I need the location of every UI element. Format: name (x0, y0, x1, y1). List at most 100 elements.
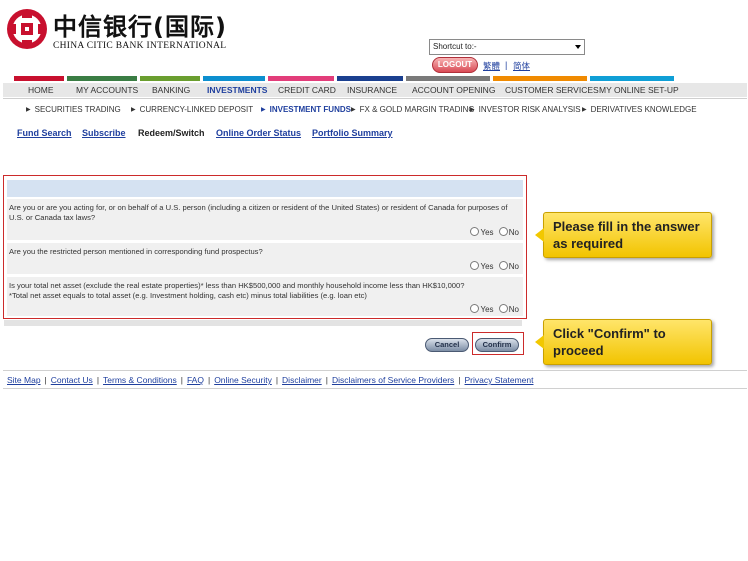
radio-no-label: No (508, 305, 519, 314)
subnav-label: INVESTMENT FUNDS (269, 105, 351, 114)
footer-disclaimer[interactable]: Disclaimer (282, 375, 322, 385)
footer-privacy[interactable]: Privacy Statement (465, 375, 534, 385)
question-text: Are you the restricted person mentioned … (9, 247, 263, 256)
radio-yes-label: Yes (480, 262, 494, 271)
logout-button[interactable]: LOGOUT (432, 57, 478, 73)
question-text: Is your total net asset (exclude the rea… (9, 281, 465, 290)
nav-stripe (406, 76, 490, 81)
nav-stripe (268, 76, 334, 81)
subnav-label: SECURITIES TRADING (34, 105, 121, 114)
form-header-bar (7, 180, 523, 197)
chevron-down-icon (575, 45, 581, 49)
lang-traditional-link[interactable]: 繁體 (483, 60, 500, 72)
declaration-form: Are you or are you acting for, or on beh… (3, 175, 527, 319)
lang-separator: | (505, 60, 508, 70)
shortcut-value: Shortcut to:- (433, 42, 477, 51)
footer-site-map[interactable]: Site Map (7, 375, 41, 385)
triangle-right-icon: ▶ (26, 107, 31, 113)
question-us-person: Are you or are you acting for, or on beh… (7, 199, 523, 240)
footer-separator: | (325, 375, 328, 385)
subnav-label: CURRENCY-LINKED DEPOSIT (139, 105, 254, 114)
footer-separator: | (458, 375, 461, 385)
cancel-button[interactable]: Cancel (425, 338, 469, 352)
subnav-fx-gold-margin[interactable]: ▶ FX & GOLD MARGIN TRADING (351, 105, 475, 114)
footer-divider (3, 388, 747, 389)
bank-name-cn: 中信银行(国际) (53, 13, 227, 41)
nav-stripe (590, 76, 674, 81)
radio-yes[interactable] (470, 227, 480, 236)
answer-options: Yes No (470, 227, 519, 237)
bank-name-en: CHINA CITIC BANK INTERNATIONAL (53, 41, 227, 51)
radio-yes-label: Yes (480, 228, 494, 237)
nav-home[interactable]: HOME (28, 85, 54, 95)
triangle-right-icon: ▶ (470, 107, 475, 113)
nav-my-accounts[interactable]: MY ACCOUNTS (76, 85, 138, 95)
confirm-button[interactable]: Confirm (475, 338, 519, 352)
radio-no[interactable] (498, 261, 508, 270)
triangle-right-icon: ▶ (351, 107, 356, 113)
question-text: Are you or are you acting for, or on beh… (9, 203, 508, 222)
radio-yes[interactable] (470, 261, 480, 270)
footer-separator: | (275, 375, 279, 385)
footer-separator: | (207, 375, 211, 385)
callout-text: Click "Confirm" to proceed (553, 326, 666, 358)
question-restricted-person: Are you the restricted person mentioned … (7, 243, 523, 274)
nav-my-online-setup[interactable]: MY ONLINE SET-UP (599, 85, 679, 95)
shortcut-select[interactable]: Shortcut to:- (429, 39, 585, 55)
subnav-label: FX & GOLD MARGIN TRADING (359, 105, 475, 114)
footer-divider (3, 370, 747, 371)
nav-stripe (140, 76, 200, 81)
callout-fill-in: Please fill in the answer as required (535, 212, 712, 258)
radio-yes-label: Yes (480, 305, 494, 314)
question-note: *Total net asset equals to total asset (… (9, 291, 367, 300)
subnav-investment-funds[interactable]: ▶ INVESTMENT FUNDS (261, 105, 351, 114)
footer-links: Site Map | Contact Us | Terms & Conditions | F… (7, 375, 533, 385)
nav-banking[interactable]: BANKING (152, 85, 190, 95)
form-footer-bar (4, 320, 522, 326)
nav-stripe (203, 76, 265, 81)
subnav-currency-linked-deposit[interactable]: ▶ CURRENCY-LINKED DEPOSIT (131, 105, 253, 114)
nav-stripe (14, 76, 64, 81)
subnav-investor-risk-analysis[interactable]: ▶ INVESTOR RISK ANALYSIS (470, 105, 581, 114)
lang-simplified-link[interactable]: 简体 (513, 60, 530, 72)
subnav-derivatives-knowledge[interactable]: ▶ DERIVATIVES KNOWLEDGE (582, 105, 697, 114)
footer-separator: | (180, 375, 183, 385)
callout-text: Please fill in the answer as required (553, 219, 700, 251)
nav-account-opening[interactable]: ACCOUNT OPENING (412, 85, 495, 95)
footer-faq[interactable]: FAQ (187, 375, 204, 385)
nav-stripe (493, 76, 587, 81)
footer-disclaimers-providers[interactable]: Disclaimers of Service Providers (332, 375, 454, 385)
radio-no[interactable] (498, 304, 508, 313)
radio-no[interactable] (498, 227, 508, 236)
nav-credit-card[interactable]: CREDIT CARD (278, 85, 336, 95)
triangle-right-icon: ▶ (131, 107, 136, 113)
nav-divider (3, 98, 747, 99)
nav-customer-services[interactable]: CUSTOMER SERVICES (505, 85, 599, 95)
answer-options: Yes No (470, 261, 519, 271)
nav-investments[interactable]: INVESTMENTS (207, 85, 267, 95)
footer-separator: | (44, 375, 47, 385)
callout-arrow-icon (535, 228, 544, 242)
tab-fund-search[interactable]: Fund Search (17, 128, 72, 138)
footer-terms[interactable]: Terms & Conditions (103, 375, 177, 385)
citic-logo-icon (7, 9, 47, 49)
radio-no-label: No (508, 262, 519, 271)
footer-online-security[interactable]: Online Security (214, 375, 272, 385)
footer-contact-us[interactable]: Contact Us (51, 375, 93, 385)
tab-subscribe[interactable]: Subscribe (82, 128, 126, 138)
subnav-label: INVESTOR RISK ANALYSIS (478, 105, 581, 114)
radio-yes[interactable] (470, 304, 480, 313)
nav-stripe (337, 76, 403, 81)
tab-redeem-switch[interactable]: Redeem/Switch (138, 128, 205, 138)
nav-stripe (67, 76, 137, 81)
subnav-securities-trading[interactable]: ▶ SECURITIES TRADING (26, 105, 121, 114)
radio-no-label: No (508, 228, 519, 237)
answer-options: Yes No (470, 304, 519, 314)
subnav-label: DERIVATIVES KNOWLEDGE (590, 105, 697, 114)
tab-portfolio-summary[interactable]: Portfolio Summary (312, 128, 393, 138)
triangle-right-icon: ▶ (582, 107, 587, 113)
tab-online-order-status[interactable]: Online Order Status (216, 128, 301, 138)
bank-logo[interactable]: 中信银行(国际) CHINA CITIC BANK INTERNATIONAL (6, 8, 246, 54)
question-net-asset: Is your total net asset (exclude the rea… (7, 277, 523, 316)
nav-insurance[interactable]: INSURANCE (347, 85, 397, 95)
